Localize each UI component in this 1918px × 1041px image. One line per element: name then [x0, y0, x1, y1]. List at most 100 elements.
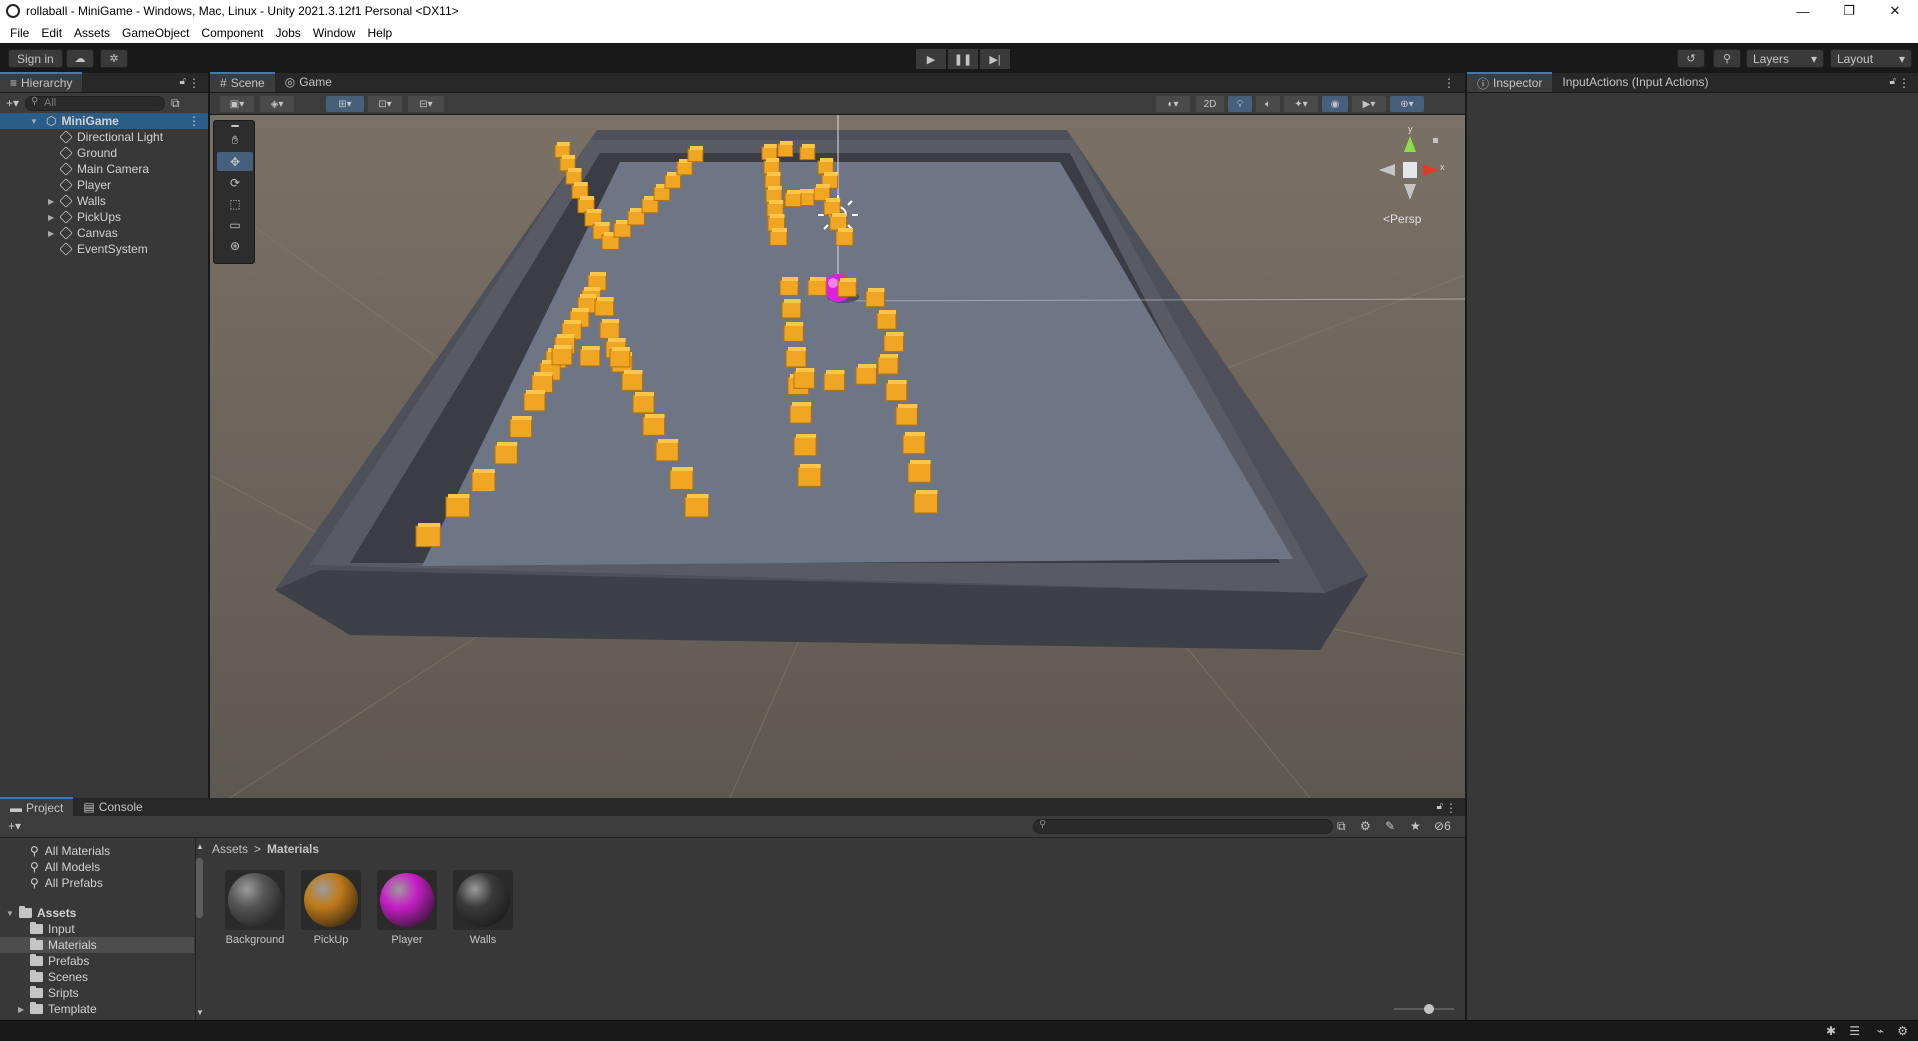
expand-arrow-icon[interactable]: ▶	[48, 197, 56, 206]
material-asset[interactable]: PickUp	[298, 870, 364, 946]
favorite-item[interactable]: ⚲ All Materials	[30, 843, 110, 859]
menu-window[interactable]: Window	[307, 26, 362, 40]
hierarchy-item[interactable]: ▶ Walls	[0, 193, 208, 209]
more-options-icon[interactable]: ⋮	[1443, 76, 1455, 90]
align-dropdown[interactable]: ⊟▾	[408, 96, 444, 112]
lock-icon[interactable]: 🔓︎	[1890, 76, 1896, 87]
favorite-star-icon[interactable]: ★	[1410, 819, 1421, 833]
scene-root-row[interactable]: ▼ ⬡ MiniGame ⋮	[0, 113, 208, 129]
breadcrumb-assets[interactable]: Assets	[212, 842, 248, 856]
rotate-tool-button[interactable]: ⟳	[217, 173, 253, 192]
hierarchy-item[interactable]: ▶ Canvas	[0, 225, 208, 241]
hierarchy-item[interactable]: Player	[0, 177, 208, 193]
lighting-toggle[interactable]: 💡︎	[1228, 96, 1252, 112]
render-mode-dropdown[interactable]: ◈▾	[260, 96, 294, 112]
menu-gameobject[interactable]: GameObject	[116, 26, 195, 40]
expand-arrow-icon[interactable]: ▶	[48, 229, 56, 238]
more-options-icon[interactable]: ⋮	[1445, 801, 1457, 815]
scene-visibility-icon[interactable]: ⧉	[171, 96, 180, 111]
tab-game[interactable]: ◎ Game	[275, 72, 342, 92]
tab-inspector[interactable]: ⓘ Inspector	[1467, 72, 1553, 92]
orientation-gizmo[interactable]: y x <Persp	[1375, 124, 1445, 233]
hierarchy-item[interactable]: Ground	[0, 145, 208, 161]
expand-arrow-icon[interactable]: ▼	[30, 117, 38, 126]
folder-item[interactable]: Input	[0, 921, 194, 937]
more-options-icon[interactable]: ⋮	[1898, 76, 1910, 90]
breadcrumb-materials[interactable]: Materials	[267, 842, 319, 856]
hidden-packages-toggle[interactable]: ⊘6	[1434, 819, 1451, 833]
menu-component[interactable]: Component	[195, 26, 269, 40]
menu-jobs[interactable]: Jobs	[269, 26, 306, 40]
scene-menu-icon[interactable]: ⋮	[188, 114, 200, 128]
hierarchy-item[interactable]: Main Camera	[0, 161, 208, 177]
material-asset[interactable]: Walls	[450, 870, 516, 946]
step-button[interactable]: ▶|	[980, 49, 1010, 69]
collab-button[interactable]: ✲	[100, 49, 128, 68]
draw-mode-dropdown[interactable]: ▣▾	[220, 96, 254, 112]
scale-tool-button[interactable]: ⬚	[217, 194, 253, 213]
layout-dropdown[interactable]: Layout ▾	[1830, 49, 1912, 68]
pause-button[interactable]: ❚❚	[948, 49, 978, 69]
expand-arrow-icon[interactable]: ▶	[18, 1005, 26, 1014]
expand-arrow-icon[interactable]: ▶	[48, 213, 56, 222]
hierarchy-item[interactable]: ▶ PickUps	[0, 209, 208, 225]
tab-scene[interactable]: # Scene	[210, 72, 275, 92]
favorite-item[interactable]: ⚲ All Models	[30, 859, 100, 875]
menu-assets[interactable]: Assets	[68, 26, 116, 40]
project-search-input[interactable]	[1033, 819, 1333, 834]
add-object-button[interactable]: +▾	[6, 96, 19, 110]
network-icon[interactable]: ⌁	[1877, 1024, 1884, 1038]
increment-snapping-dropdown[interactable]: ⊡▾	[368, 96, 402, 112]
material-asset[interactable]: Background	[222, 870, 288, 946]
scroll-up-icon[interactable]: ▲	[196, 842, 204, 851]
grid-snapping-dropdown[interactable]: ⊞▾	[326, 96, 364, 112]
zoom-slider[interactable]	[1394, 1004, 1454, 1014]
shading-mode-dropdown[interactable]: ◐▾	[1156, 96, 1190, 112]
filter-type-icon[interactable]: ⚙	[1360, 819, 1371, 833]
hierarchy-item[interactable]: Directional Light	[0, 129, 208, 145]
close-button[interactable]: ✕	[1872, 0, 1918, 22]
hand-tool-button[interactable]: ✋︎	[217, 131, 253, 150]
rect-tool-button[interactable]: ▭	[217, 215, 253, 234]
gizmos-dropdown[interactable]: ⊕▾	[1390, 96, 1424, 112]
move-tool-button[interactable]: ✥	[217, 152, 253, 171]
toggle-2d-button[interactable]: 2D	[1196, 96, 1224, 112]
hierarchy-search-input[interactable]: All	[25, 95, 166, 111]
folder-item[interactable]: Scenes	[0, 969, 194, 985]
lock-icon[interactable]: 🔓︎	[180, 76, 186, 87]
layers-dropdown[interactable]: Layers ▾	[1746, 49, 1824, 68]
restore-button[interactable]: ❐	[1826, 0, 1872, 22]
effects-dropdown[interactable]: ✦▾	[1284, 96, 1318, 112]
scene-viewport[interactable]	[210, 115, 1465, 798]
tab-project[interactable]: ▬ Project	[0, 797, 74, 817]
tab-input-actions[interactable]: InputActions (Input Actions)	[1552, 72, 1718, 92]
cloud-button[interactable]: ☁	[66, 49, 94, 68]
create-asset-button[interactable]: +▾	[8, 819, 21, 833]
camera-dropdown[interactable]: ▶▾	[1352, 96, 1386, 112]
play-button[interactable]: ▶	[916, 49, 946, 69]
favorite-item[interactable]: ⚲ All Prefabs	[30, 875, 103, 891]
audio-toggle[interactable]: 🔈︎	[1256, 96, 1280, 112]
history-button[interactable]: ↺	[1677, 49, 1705, 68]
folder-item[interactable]: Sripts	[0, 985, 194, 1001]
folder-item[interactable]: Prefabs	[0, 953, 194, 969]
zoom-slider-handle[interactable]	[1424, 1004, 1434, 1014]
minimize-button[interactable]: —	[1780, 0, 1826, 22]
lock-icon[interactable]: 🔓︎	[1437, 801, 1443, 812]
label-icon[interactable]: ✎	[1385, 819, 1395, 833]
menu-edit[interactable]: Edit	[35, 26, 68, 40]
bug-icon[interactable]: ✱	[1826, 1024, 1836, 1038]
search-type-icon[interactable]: ⧉	[1337, 819, 1346, 834]
folder-item[interactable]: ▶ Template	[0, 1001, 194, 1017]
more-options-icon[interactable]: ⋮	[188, 76, 200, 90]
folder-tree-scrollbar[interactable]: ▲ ▼	[196, 842, 204, 1020]
assets-root-row[interactable]: ▼ Assets	[6, 905, 76, 921]
projection-label[interactable]: <Persp	[1383, 212, 1421, 226]
settings-icon[interactable]: ⚙	[1897, 1024, 1908, 1038]
database-icon[interactable]: ☰	[1849, 1024, 1860, 1038]
search-button[interactable]: ⚲	[1713, 49, 1741, 68]
expand-arrow-icon[interactable]: ▼	[6, 909, 14, 918]
tab-hierarchy[interactable]: ≡ Hierarchy	[0, 72, 83, 92]
menu-help[interactable]: Help	[362, 26, 399, 40]
transform-tool-button[interactable]: ⊛	[217, 236, 253, 255]
